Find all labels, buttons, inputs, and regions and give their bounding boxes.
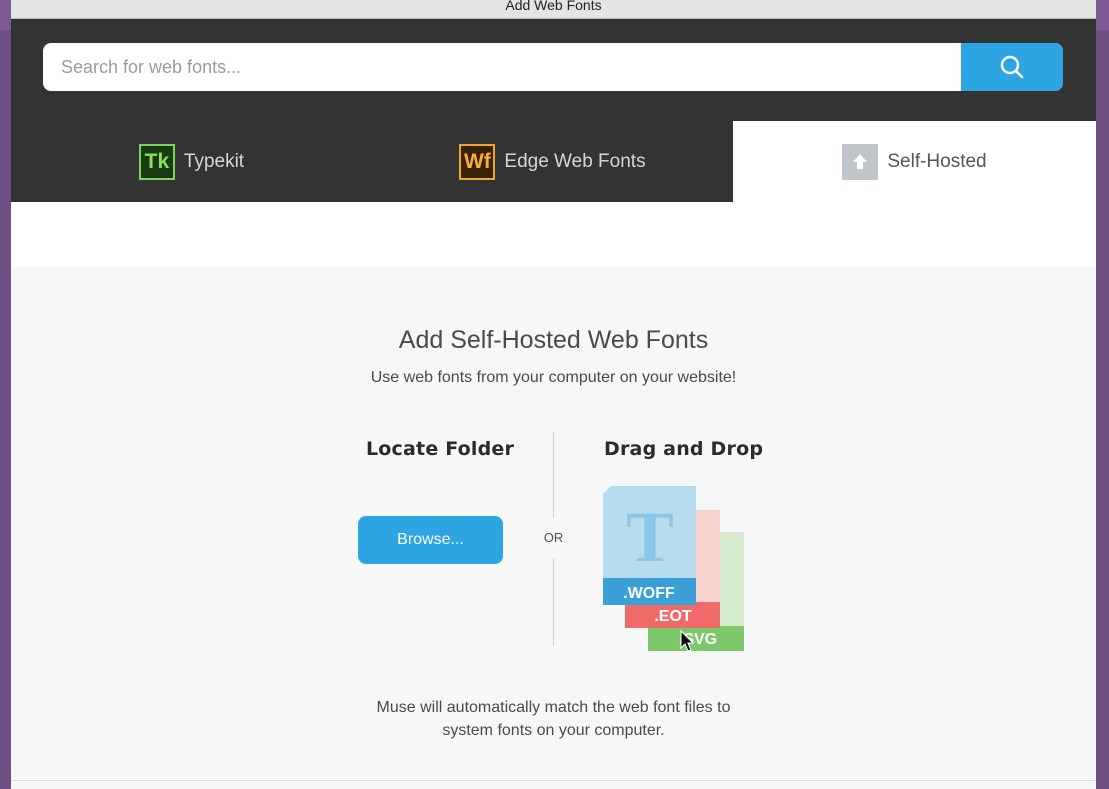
eot-file-label: .EOT bbox=[654, 608, 692, 625]
auto-match-note-line1: Muse will automatically match the web fo… bbox=[376, 699, 731, 716]
auto-match-note: Muse will automatically match the web fo… bbox=[11, 696, 1096, 742]
tab-typekit[interactable]: Tk Typekit bbox=[11, 121, 372, 202]
panel-subheading: Use web fonts from your computer on your… bbox=[370, 369, 737, 386]
tab-self-hosted-label: Self-Hosted bbox=[887, 150, 987, 172]
search-and-tabs-band: Tk Typekit Wf Edge Web Fonts Self-Hosted bbox=[11, 19, 1096, 202]
locate-folder-title: Locate Folder bbox=[366, 438, 515, 460]
panel-heading: Add Self-Hosted Web Fonts bbox=[398, 326, 709, 354]
woff-file-label: .WOFF bbox=[623, 585, 675, 602]
self-hosted-panel: Add Self-Hosted Web Fonts Use web fonts … bbox=[11, 267, 1096, 781]
search-button[interactable] bbox=[961, 43, 1063, 91]
auto-match-note-line2: system fonts on your computer. bbox=[442, 722, 665, 739]
dialog-bottom-divider bbox=[11, 780, 1096, 781]
column-divider-bottom bbox=[553, 558, 554, 646]
background-app-edge-left bbox=[0, 0, 11, 30]
drag-and-drop-title: Drag and Drop bbox=[604, 438, 764, 460]
background-app-edge-right bbox=[1096, 0, 1109, 30]
dialog-titlebar: Add Web Fonts bbox=[11, 0, 1096, 19]
upload-icon bbox=[842, 143, 879, 180]
font-drop-zone[interactable]: .SVG .EOT T .WOFF bbox=[603, 486, 745, 656]
or-label: OR bbox=[543, 530, 564, 545]
typekit-logo-icon: Tk bbox=[138, 143, 175, 180]
tab-panel-top-strip bbox=[11, 202, 1096, 267]
font-source-tabs: Tk Typekit Wf Edge Web Fonts Self-Hosted bbox=[11, 121, 1096, 202]
column-divider-top bbox=[553, 432, 554, 518]
tab-self-hosted[interactable]: Self-Hosted bbox=[733, 121, 1096, 202]
tab-edge-web-fonts-label: Edge Web Fonts bbox=[504, 150, 646, 172]
add-web-fonts-dialog: Add Web Fonts Tk Typekit Wf Edge Web Fon… bbox=[11, 0, 1096, 789]
font-files-illustration: .SVG .EOT T .WOFF bbox=[603, 486, 744, 652]
dialog-title: Add Web Fonts bbox=[505, 0, 602, 13]
edge-web-fonts-logo-icon: Wf bbox=[459, 143, 496, 180]
search-input[interactable] bbox=[43, 43, 961, 91]
browse-button[interactable]: Browse... bbox=[358, 516, 503, 564]
search-icon bbox=[1000, 55, 1024, 79]
font-glyph-icon: T bbox=[626, 497, 674, 577]
search-bar bbox=[43, 43, 1063, 91]
tab-typekit-label: Typekit bbox=[183, 150, 245, 172]
tab-edge-web-fonts[interactable]: Wf Edge Web Fonts bbox=[372, 121, 733, 202]
